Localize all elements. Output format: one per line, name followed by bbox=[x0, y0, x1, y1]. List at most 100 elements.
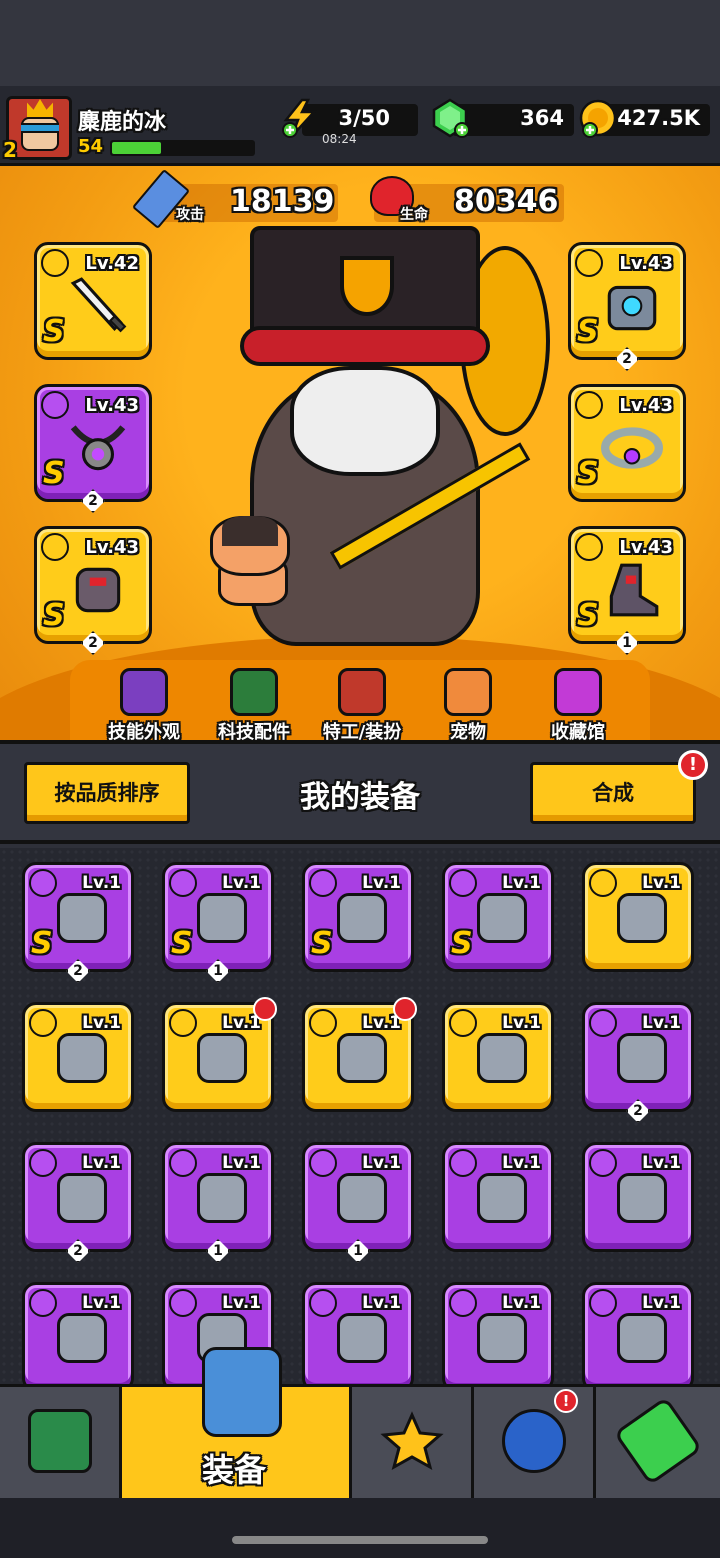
belt-type-icon bbox=[575, 391, 603, 419]
armor-icon bbox=[607, 285, 657, 331]
equipment-item-icon bbox=[57, 1313, 107, 1363]
equipment-item-icon bbox=[57, 1173, 107, 1223]
equipment-item-icon bbox=[57, 1033, 107, 1083]
equipment-item-icon bbox=[617, 893, 667, 943]
home-indicator[interactable] bbox=[232, 1536, 488, 1544]
nav-events[interactable]: ! bbox=[474, 1387, 596, 1498]
star-ball-icon bbox=[502, 1409, 566, 1473]
item-stars: 1 bbox=[206, 959, 230, 983]
equipped-necklace-stars: 2 bbox=[81, 489, 105, 513]
inventory-item[interactable]: Lv.1 bbox=[302, 997, 417, 1112]
upgrade-badge bbox=[253, 997, 277, 1021]
item-grade: S bbox=[451, 926, 473, 961]
tab-pets[interactable]: 宠物 bbox=[408, 668, 528, 740]
inventory-item[interactable]: Lv.1 S 2 bbox=[22, 862, 134, 983]
tab-agent-outfit-label: 特工/装扮 bbox=[322, 722, 402, 740]
equipment-item-icon bbox=[57, 893, 107, 943]
agent-icon bbox=[338, 668, 386, 716]
vip-level: 2 bbox=[3, 138, 17, 162]
inventory-item[interactable]: Lv.1 bbox=[582, 1282, 694, 1384]
energy-counter[interactable]: 3/50 bbox=[282, 98, 418, 138]
weapon-type-icon bbox=[41, 249, 69, 277]
tab-tech-parts[interactable]: 科技配件 bbox=[194, 668, 314, 740]
inventory-item[interactable]: Lv.1 S bbox=[302, 862, 414, 972]
inventory-item[interactable]: Lv.1 1 bbox=[162, 1142, 274, 1263]
inventory-item[interactable]: Lv.1 bbox=[442, 1002, 554, 1112]
gauntlet-icon bbox=[75, 567, 121, 613]
inventory-item[interactable]: Lv.1 bbox=[22, 1282, 134, 1384]
nav-lab[interactable] bbox=[596, 1387, 720, 1498]
tab-tech-parts-label: 科技配件 bbox=[218, 722, 290, 740]
equipment-item-icon bbox=[617, 1313, 667, 1363]
equipment-item-icon bbox=[337, 1173, 387, 1223]
item-level: Lv.1 bbox=[362, 873, 401, 893]
equipped-belt-grade: S bbox=[577, 456, 599, 491]
pet-dog bbox=[200, 486, 300, 606]
inventory-item[interactable]: Lv.1 bbox=[22, 1002, 134, 1112]
equipment-item-icon bbox=[477, 1313, 527, 1363]
coins-value: 427.5K bbox=[617, 106, 700, 130]
equipment-item-icon bbox=[197, 893, 247, 943]
hero-panel: 攻击 18139 生命 80346 Lv.42 S Lv.43 S 2 Lv.4… bbox=[0, 166, 720, 740]
item-level: Lv.1 bbox=[82, 1293, 121, 1313]
player-name: 麋鹿的冰 bbox=[78, 110, 167, 135]
nav-equipment[interactable]: 装备 bbox=[122, 1347, 352, 1498]
item-type-icon bbox=[29, 869, 57, 897]
inventory-item[interactable]: Lv.1 1 bbox=[302, 1142, 414, 1263]
inventory-item[interactable]: Lv.1 2 bbox=[22, 1142, 134, 1263]
coins-counter[interactable]: 427.5K bbox=[579, 99, 710, 138]
nav-shop[interactable] bbox=[0, 1387, 122, 1498]
item-type-icon bbox=[309, 1149, 337, 1177]
equipped-armor-slot[interactable]: Lv.43 S 2 bbox=[568, 242, 686, 371]
inventory-item[interactable]: Lv.1 bbox=[582, 862, 694, 972]
nav-talents[interactable] bbox=[352, 1387, 474, 1498]
item-level: Lv.1 bbox=[502, 1153, 541, 1173]
item-type-icon bbox=[169, 1289, 197, 1317]
status-bar bbox=[0, 0, 720, 86]
boots-type-icon bbox=[575, 533, 603, 561]
gems-counter[interactable]: 364 bbox=[432, 98, 574, 138]
equipped-necklace-grade: S bbox=[43, 456, 65, 491]
inventory-item[interactable]: Lv.1 S 1 bbox=[162, 862, 274, 983]
item-level: Lv.1 bbox=[642, 1293, 681, 1313]
belt-icon bbox=[601, 427, 663, 469]
bottom-nav: 装备 ! bbox=[0, 1347, 720, 1498]
pet-ears bbox=[222, 516, 278, 546]
skill-skin-icon bbox=[120, 668, 168, 716]
inventory-item[interactable]: Lv.1 bbox=[442, 1142, 554, 1252]
equipped-necklace-slot[interactable]: Lv.43 S 2 bbox=[34, 384, 152, 513]
merge-button[interactable]: 合成 bbox=[530, 762, 696, 824]
inventory-item[interactable]: Lv.1 2 bbox=[582, 1002, 694, 1123]
inventory-item[interactable]: Lv.1 bbox=[582, 1142, 694, 1252]
equipment-item-icon bbox=[197, 1033, 247, 1083]
upgrade-badge bbox=[393, 997, 417, 1021]
inventory-item[interactable]: Lv.1 bbox=[302, 1282, 414, 1384]
hero-hat-brim bbox=[240, 326, 490, 366]
lightning-icon bbox=[282, 98, 317, 138]
inventory-item[interactable]: Lv.1 bbox=[162, 997, 277, 1112]
equipped-boots-level: Lv.43 bbox=[619, 537, 673, 558]
headband-icon bbox=[21, 123, 59, 133]
item-type-icon bbox=[309, 1009, 337, 1037]
item-stars: 2 bbox=[66, 1239, 90, 1263]
equipped-boots-slot[interactable]: Lv.43 S 1 bbox=[568, 526, 686, 655]
equipped-weapon-slot[interactable]: Lv.42 S bbox=[34, 242, 152, 360]
item-level: Lv.1 bbox=[502, 873, 541, 893]
item-type-icon bbox=[589, 1009, 617, 1037]
gems-value: 364 bbox=[520, 106, 564, 130]
tab-collection[interactable]: 收藏馆 bbox=[518, 668, 638, 740]
equipped-belt-slot[interactable]: Lv.43 S bbox=[568, 384, 686, 502]
item-level: Lv.1 bbox=[642, 1013, 681, 1033]
equipped-gloves-slot[interactable]: Lv.43 S 2 bbox=[34, 526, 152, 655]
equipment-item-icon bbox=[337, 1033, 387, 1083]
inventory-item[interactable]: Lv.1 bbox=[442, 1282, 554, 1384]
item-level: Lv.1 bbox=[362, 1153, 401, 1173]
equipped-necklace-level: Lv.43 bbox=[85, 395, 139, 416]
inventory-item[interactable]: Lv.1 S bbox=[442, 862, 554, 972]
item-level: Lv.1 bbox=[222, 1293, 261, 1313]
tab-agent-outfit[interactable]: 特工/装扮 bbox=[302, 668, 422, 740]
tab-skill-skins[interactable]: 技能外观 bbox=[84, 668, 204, 740]
equipped-weapon-level: Lv.42 bbox=[85, 253, 139, 274]
item-level: Lv.1 bbox=[82, 873, 121, 893]
tab-collection-label: 收藏馆 bbox=[551, 722, 605, 740]
